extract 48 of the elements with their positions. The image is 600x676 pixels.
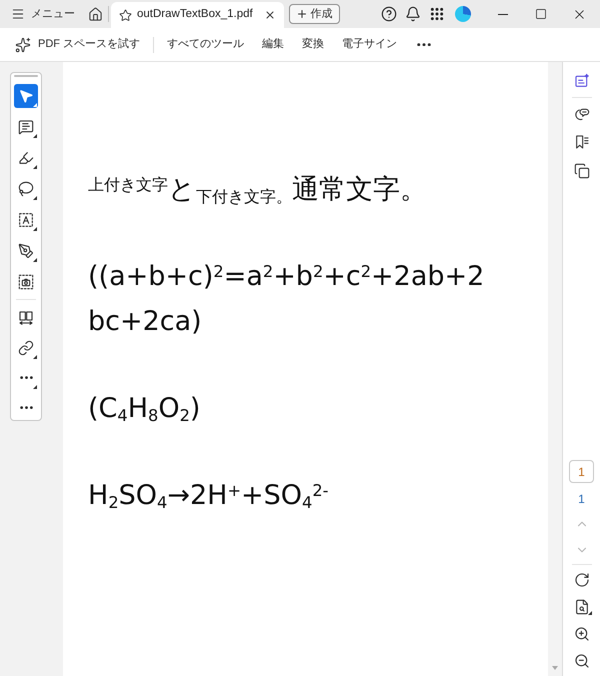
close-tab-icon[interactable] xyxy=(264,9,276,21)
scrollbar-track[interactable] xyxy=(548,62,562,676)
grid-dots-icon xyxy=(429,6,445,22)
lasso-icon xyxy=(18,181,34,198)
sparkle-panel-icon xyxy=(574,73,590,89)
star-icon[interactable] xyxy=(119,8,132,22)
toolbar-menu-item[interactable]: すべてのツール xyxy=(164,32,248,56)
page-count: 1 xyxy=(578,491,585,507)
comment-bubble-icon xyxy=(574,106,590,122)
pen-nib-icon xyxy=(18,243,34,260)
toolbar-menu-item[interactable]: 編集 xyxy=(259,32,288,56)
sparkles-icon xyxy=(15,36,31,52)
zoom-in-icon xyxy=(574,626,590,642)
document-tab[interactable]: outDrawTextBox_1.pdf xyxy=(111,2,284,28)
ellipsis-icon xyxy=(417,42,432,46)
menu-icon xyxy=(11,7,25,21)
document-text: ((a+b+c)$^{2}$=a$^{2}$+b$^{2}$+c$^{2}$+2ab+2 bc+2ca) xyxy=(88,260,484,339)
zoom-out-icon xyxy=(574,653,590,669)
toolbar-menu-item[interactable]: 電子サイン xyxy=(339,32,400,56)
maximize-icon xyxy=(535,8,547,20)
document-text: (C$_{4}$H$_{8}$O$_{2}$) xyxy=(88,392,200,428)
home-icon xyxy=(88,6,102,22)
select-tool-button[interactable] xyxy=(14,84,38,108)
rotate-icon xyxy=(574,572,590,588)
try-pdf-space-button[interactable]: PDF スペースを試す xyxy=(14,32,142,56)
drag-handle[interactable] xyxy=(14,75,38,78)
ellipsis-icon xyxy=(20,376,32,380)
create-button[interactable]: 作成 xyxy=(288,4,340,24)
document-text: $^{上付き文字}$と$_{下付き文字。}$通常文字。 xyxy=(88,173,427,208)
page-search-icon xyxy=(574,599,590,615)
bell-icon xyxy=(405,6,421,22)
avatar-icon[interactable] xyxy=(455,6,471,22)
pointer-icon xyxy=(18,88,34,104)
bookmark-list-icon xyxy=(574,134,590,150)
plus-icon xyxy=(296,8,308,20)
toolbar-menu-item[interactable]: 変換 xyxy=(299,32,328,56)
camera-icon xyxy=(18,274,34,290)
menu-button[interactable]: メニュー xyxy=(8,3,78,25)
compare-pages-icon xyxy=(18,310,34,326)
link-icon xyxy=(18,340,34,356)
ellipsis-icon xyxy=(20,406,32,410)
help-icon xyxy=(381,6,397,22)
tab-title: outDrawTextBox_1.pdf xyxy=(137,7,253,22)
highlighter-icon xyxy=(18,150,34,166)
pages-icon xyxy=(574,163,590,179)
page-number-field[interactable]: 1 xyxy=(569,460,594,483)
text-box-icon xyxy=(18,212,34,228)
speech-bubble-icon xyxy=(18,119,34,136)
